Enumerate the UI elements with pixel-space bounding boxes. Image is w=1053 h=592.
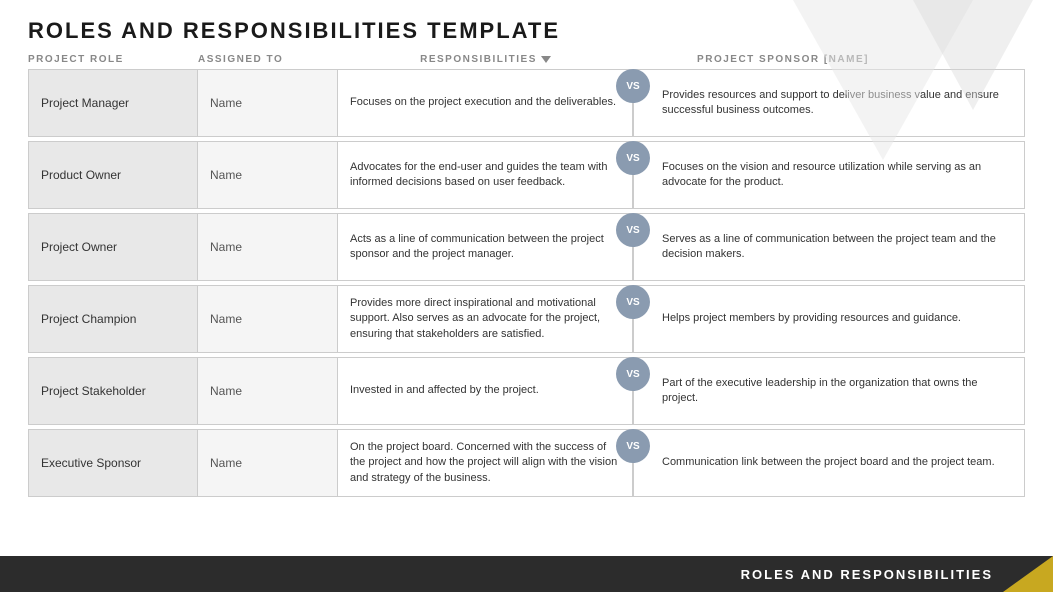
cell-responsibilities-1: Advocates for the end-user and guides th… [338,141,633,209]
cell-role-4: Project Stakeholder [28,357,198,425]
cell-responsibilities-4: Invested in and affected by the project. [338,357,633,425]
cell-role-3: Project Champion [28,285,198,353]
cell-role-1: Product Owner [28,141,198,209]
cell-responsibilities-5: On the project board. Concerned with the… [338,429,633,497]
cell-role-2: Project Owner [28,213,198,281]
vs-badge-1: VS [616,141,650,175]
cell-assigned-4[interactable]: Name [198,357,338,425]
cell-assigned-1[interactable]: Name [198,141,338,209]
vs-badge-4: VS [616,357,650,391]
vs-badge-0: VS [616,69,650,103]
cell-assigned-3[interactable]: Name [198,285,338,353]
footer: ROLES AND RESPONSIBILITIES [0,556,1053,592]
cell-assigned-0[interactable]: Name [198,69,338,137]
footer-accent [1003,556,1053,592]
cell-sponsor-5: Communication link between the project b… [633,429,1025,497]
table-row: Project Stakeholder Name Invested in and… [28,357,1025,425]
cell-assigned-5[interactable]: Name [198,429,338,497]
col-header-role: PROJECT ROLE [28,54,198,65]
vs-badge-3: VS [616,285,650,319]
page: ROLES AND RESPONSIBILITIES TEMPLATE PROJ… [0,0,1053,592]
cell-sponsor-4: Part of the executive leadership in the … [633,357,1025,425]
table-row: Project Champion Name Provides more dire… [28,285,1025,353]
cell-role-5: Executive Sponsor [28,429,198,497]
vs-badge-5: VS [616,429,650,463]
bg-triangle-2 [913,0,1033,110]
cell-role-0: Project Manager [28,69,198,137]
table-row: Executive Sponsor Name On the project bo… [28,429,1025,497]
cell-sponsor-3: Helps project members by providing resou… [633,285,1025,353]
vs-badge-2: VS [616,213,650,247]
cell-responsibilities-3: Provides more direct inspirational and m… [338,285,633,353]
col-header-assigned: ASSIGNED TO [198,54,338,65]
cell-responsibilities-0: Focuses on the project execution and the… [338,69,633,137]
cell-sponsor-2: Serves as a line of communication betwee… [633,213,1025,281]
table-row: Project Owner Name Acts as a line of com… [28,213,1025,281]
footer-label: ROLES AND RESPONSIBILITIES [741,567,993,582]
sort-arrow-icon [541,56,551,63]
col-header-responsibilities: RESPONSIBILITIES [338,54,633,65]
cell-responsibilities-2: Acts as a line of communication between … [338,213,633,281]
cell-assigned-2[interactable]: Name [198,213,338,281]
